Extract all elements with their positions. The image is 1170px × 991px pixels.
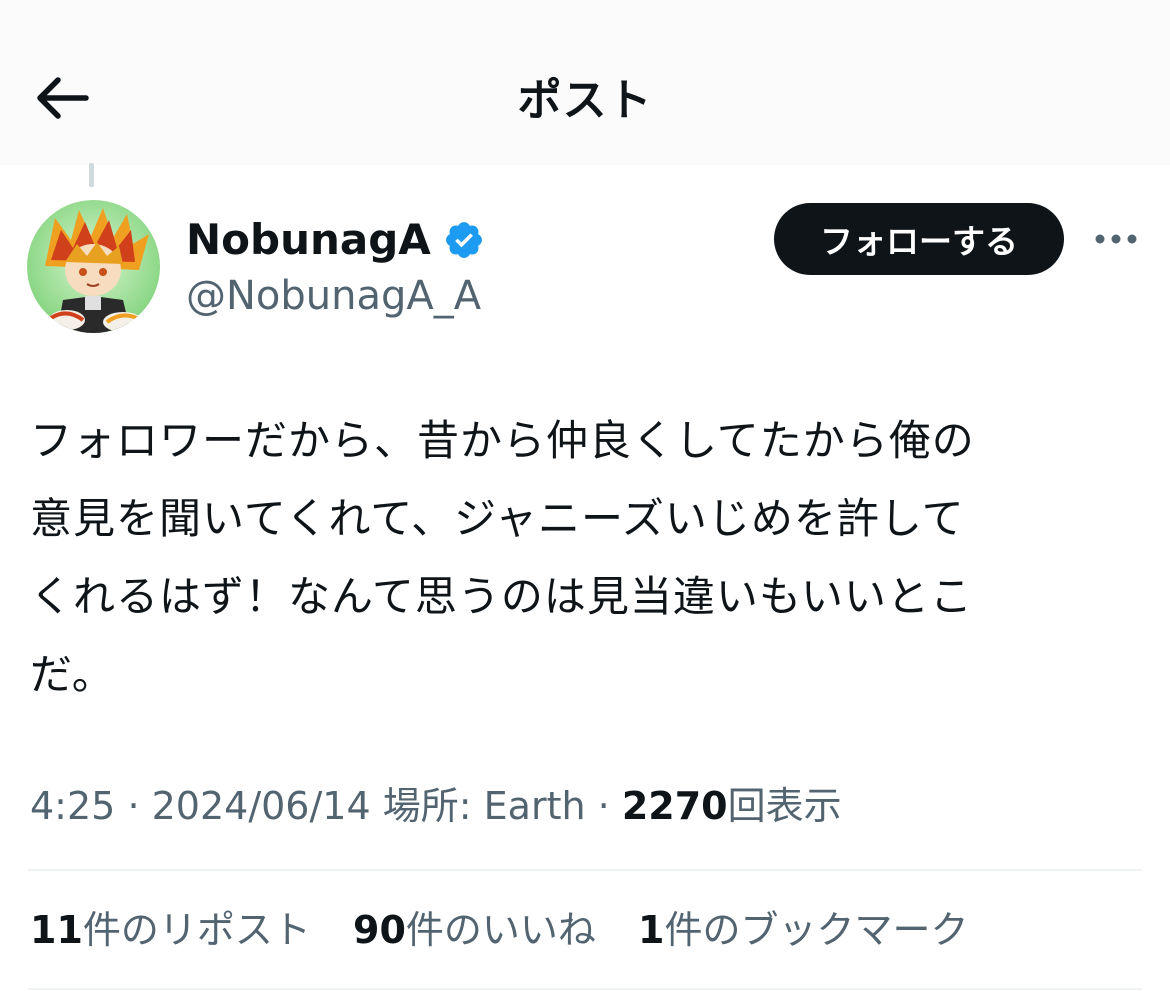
follow-button[interactable]: フォローする xyxy=(774,203,1064,275)
location-label: 場所: xyxy=(382,784,472,828)
more-horizontal-icon xyxy=(1095,234,1137,244)
verified-badge-icon xyxy=(445,222,482,258)
like-count: 90 xyxy=(353,908,406,952)
view-count: 2270 xyxy=(621,784,728,828)
meta-separator: · xyxy=(597,784,610,828)
top-bar: ポスト xyxy=(0,0,1170,165)
more-options-button[interactable] xyxy=(1092,222,1140,256)
post-time[interactable]: 4:25 xyxy=(30,784,115,828)
divider xyxy=(28,988,1142,990)
bookmark-count-link[interactable]: 1件のブックマーク xyxy=(638,902,968,958)
bookmark-count: 1 xyxy=(638,908,665,952)
repost-count-link[interactable]: 11件のリポスト xyxy=(30,902,311,958)
author-name-row[interactable]: NobunagA xyxy=(186,212,485,268)
view-count-label: 回表示 xyxy=(727,784,842,828)
post-text: フォロワーだから、昔から仲良くしてたから俺の 意見を聞いてくれて、ジャニーズいじ… xyxy=(30,416,975,699)
location-value: Earth xyxy=(483,784,586,828)
thread-connector-line xyxy=(89,163,94,187)
post-meta: 4:25 · 2024/06/14 場所: Earth · 2270回表示 xyxy=(30,778,842,834)
post-detail-page: ポスト NobunagA @NobunagA_A フォローする フォロワーだから… xyxy=(0,0,1170,991)
bookmark-count-label: 件のブックマーク xyxy=(664,908,969,952)
meta-separator: · xyxy=(127,784,140,828)
post-stats: 11件のリポスト 90件のいいね 1件のブックマーク xyxy=(30,902,998,958)
repost-count: 11 xyxy=(30,908,83,952)
like-count-label: 件のいいね xyxy=(405,908,596,952)
author-handle[interactable]: @NobunagA_A xyxy=(186,270,481,322)
avatar-image xyxy=(27,200,160,333)
divider xyxy=(28,869,1142,871)
author-name[interactable]: NobunagA xyxy=(186,212,431,268)
avatar[interactable] xyxy=(27,200,160,333)
page-title: ポスト xyxy=(517,75,653,126)
post-date[interactable]: 2024/06/14 xyxy=(152,784,371,828)
like-count-link[interactable]: 90件のいいね xyxy=(353,902,596,958)
repost-count-label: 件のリポスト xyxy=(82,908,311,952)
